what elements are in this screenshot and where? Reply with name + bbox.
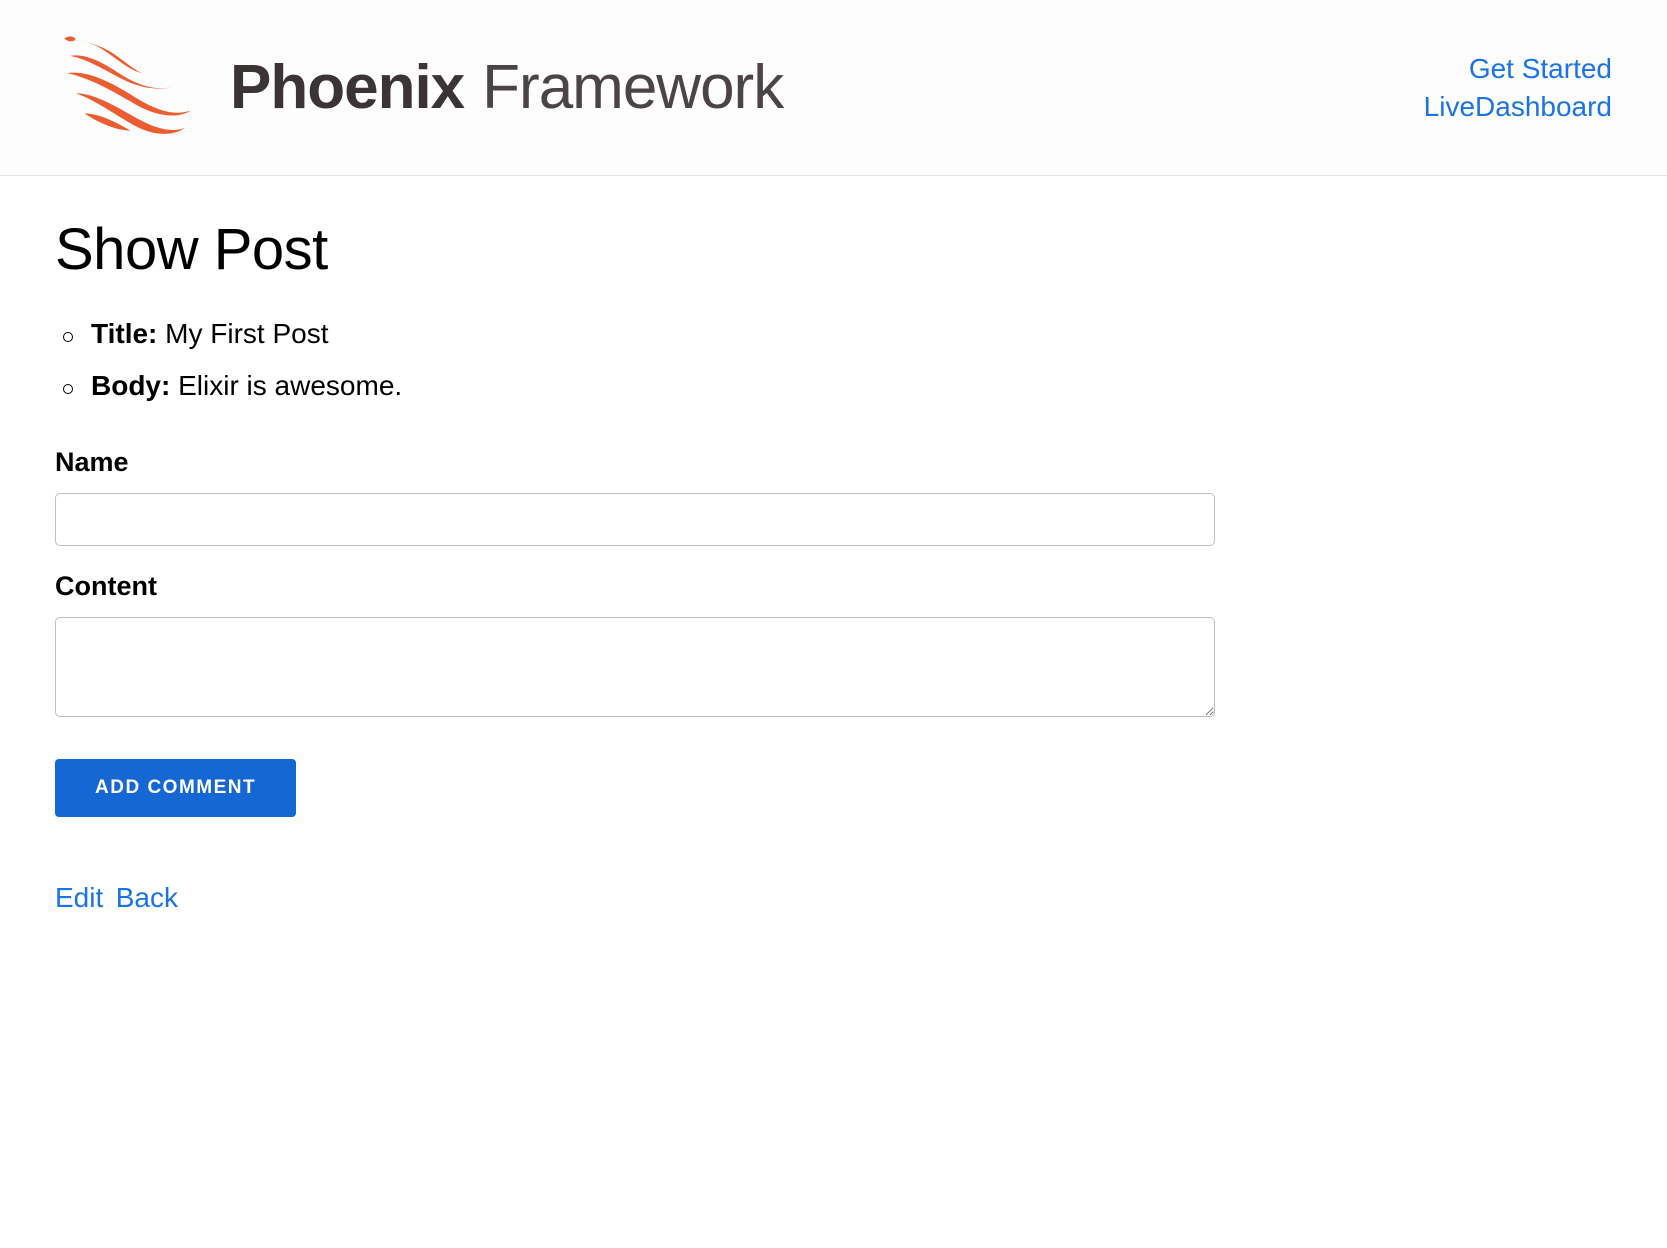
comment-form: Name Content ADD COMMENT — [55, 447, 1612, 817]
logo-text: Phoenix Framework — [230, 52, 783, 123]
live-dashboard-link[interactable]: LiveDashboard — [1424, 91, 1612, 123]
bottom-links: Edit Back — [55, 882, 1612, 914]
logo-light-text: Framework — [482, 52, 783, 123]
main-content: Show Post Title: My First Post Body: Eli… — [0, 176, 1667, 954]
title-value: My First Post — [165, 318, 328, 349]
post-details-list: Title: My First Post Body: Elixir is awe… — [55, 318, 1612, 402]
back-link[interactable]: Back — [116, 882, 178, 913]
content-textarea[interactable] — [55, 617, 1215, 717]
edit-link[interactable]: Edit — [55, 882, 103, 913]
name-input[interactable] — [55, 493, 1215, 546]
post-title-row: Title: My First Post — [55, 318, 1612, 350]
body-label: Body: — [91, 370, 170, 401]
phoenix-icon — [55, 30, 200, 145]
content-field-label: Content — [55, 571, 1612, 602]
add-comment-button[interactable]: ADD COMMENT — [55, 759, 296, 817]
get-started-link[interactable]: Get Started — [1469, 53, 1612, 85]
name-field-label: Name — [55, 447, 1612, 478]
body-value: Elixir is awesome. — [178, 370, 402, 401]
logo-bold-text: Phoenix — [230, 52, 464, 123]
post-body-row: Body: Elixir is awesome. — [55, 370, 1612, 402]
title-label: Title: — [91, 318, 157, 349]
logo: Phoenix Framework — [55, 30, 783, 145]
nav-links: Get Started LiveDashboard — [1424, 53, 1612, 123]
page-header: Phoenix Framework Get Started LiveDashbo… — [0, 0, 1667, 176]
page-title: Show Post — [55, 216, 1612, 283]
